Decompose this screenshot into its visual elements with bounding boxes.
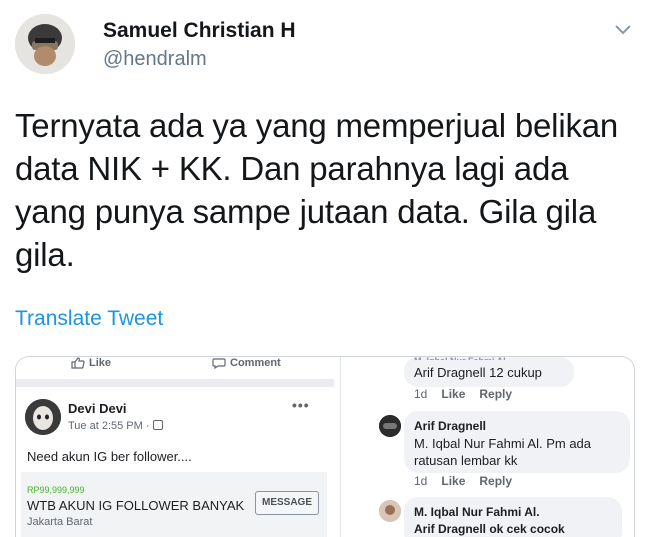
- display-name[interactable]: Samuel Christian H: [103, 19, 296, 43]
- comment-reply-link: Reply: [479, 474, 513, 488]
- feed-separator: [16, 379, 334, 387]
- commenter-avatar: [379, 500, 401, 522]
- comment-age: 1d: [414, 474, 428, 488]
- comment-bubble: M. Iqbal Nur Fahmi Al. Arif Dragnell 12 …: [404, 357, 574, 387]
- comment-reply-link: Reply: [479, 387, 513, 401]
- globe-icon: [152, 420, 163, 430]
- comment-action: Comment: [212, 357, 281, 370]
- user-avatar[interactable]: [15, 14, 75, 74]
- chevron-down-icon[interactable]: [613, 20, 633, 40]
- commenter-avatar-photo: [379, 415, 401, 437]
- thumbs-up-icon: [71, 357, 85, 369]
- pane-divider: [340, 357, 341, 537]
- like-label: Like: [89, 357, 112, 369]
- comment-author: M. Iqbal Nur Fahmi Al.: [414, 505, 540, 519]
- commenter-avatar-photo: [379, 500, 401, 522]
- more-options-icon: •••: [292, 397, 310, 413]
- user-handle[interactable]: @hendralm: [103, 48, 207, 71]
- post-body: Need akun IG ber follower....: [27, 449, 192, 464]
- comment-bubble: M. Iqbal Nur Fahmi Al. Arif Dragnell ok …: [404, 497, 622, 537]
- clipped-commenter-name: M. Iqbal Nur Fahmi Al.: [414, 357, 508, 360]
- comment-author: Arif Dragnell: [414, 419, 487, 433]
- post-timestamp: Tue at 2:55 PM ·: [68, 420, 163, 432]
- tweet-text: Ternyata ada ya yang memperjual belikan …: [15, 107, 619, 273]
- comment-text: M. Iqbal Nur Fahmi Al. Pm ada ratusan le…: [414, 436, 592, 468]
- comment-meta: 1d Like Reply: [414, 474, 512, 488]
- listing-title: WTB AKUN IG FOLLOWER BANYAK: [27, 498, 245, 513]
- speech-bubble-icon: [212, 358, 226, 370]
- like-action: Like: [71, 357, 111, 369]
- message-button: MESSAGE: [255, 491, 319, 515]
- comment-text: Arif Dragnell 12 cukup: [414, 365, 542, 380]
- seller-avatar: [25, 399, 61, 435]
- facebook-post-panel: Like Comment Devi Devi Tue at 2:55 PM · …: [16, 357, 334, 537]
- comment-like-link: Like: [441, 387, 466, 401]
- translate-tweet-link[interactable]: Translate Tweet: [15, 307, 163, 331]
- post-author: Devi Devi: [68, 401, 127, 416]
- comment-text: Arif Dragnell ok cek cocok: [414, 522, 565, 536]
- post-time-text: Tue at 2:55 PM ·: [68, 420, 150, 432]
- comment-meta: 1d Like Reply: [414, 387, 512, 401]
- comment-bubble: Arif Dragnell M. Iqbal Nur Fahmi Al. Pm …: [404, 411, 630, 473]
- avatar-photo: [15, 14, 75, 74]
- comment-like-link: Like: [441, 474, 466, 488]
- marketplace-listing: RP99,999,999 WTB AKUN IG FOLLOWER BANYAK…: [21, 472, 327, 537]
- tweet-media-image[interactable]: Like Comment Devi Devi Tue at 2:55 PM · …: [15, 356, 635, 537]
- comment-age: 1d: [414, 387, 428, 401]
- seller-avatar-photo: [25, 399, 61, 435]
- comment-label: Comment: [230, 357, 281, 369]
- listing-location: Jakarta Barat: [27, 516, 93, 528]
- facebook-comments-panel: M. Iqbal Nur Fahmi Al. Arif Dragnell 12 …: [342, 357, 634, 537]
- listing-price: RP99,999,999: [27, 485, 85, 495]
- commenter-avatar: [379, 415, 401, 437]
